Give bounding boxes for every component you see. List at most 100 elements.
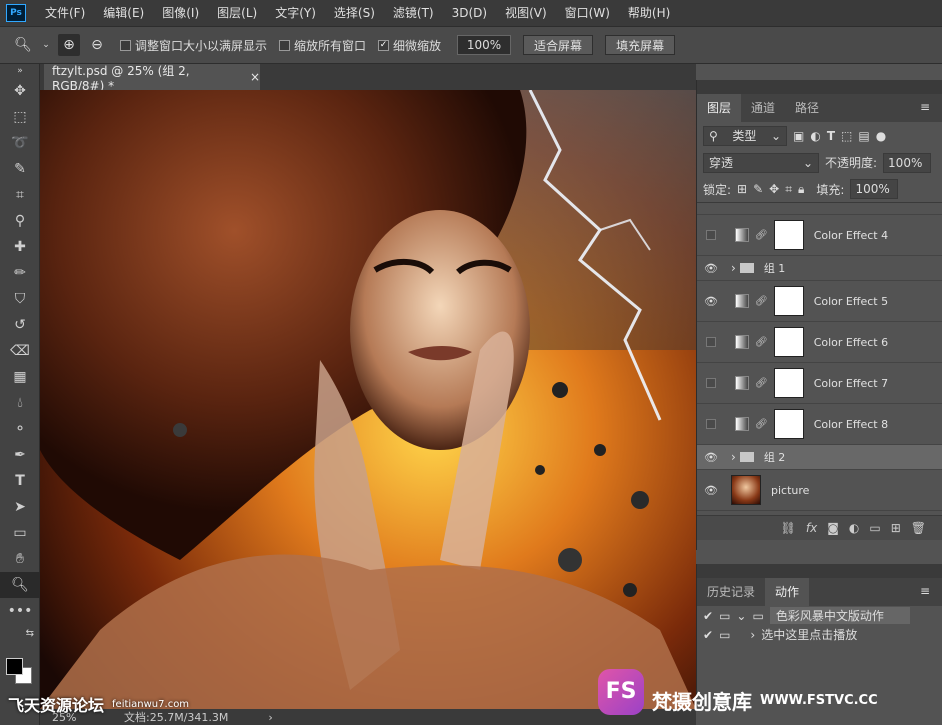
visibility-toggle[interactable]: 👁︎ (697, 451, 725, 464)
layer-row[interactable]: 🔗︎ Color Effect 6 (697, 322, 942, 363)
visibility-toggle[interactable] (697, 230, 725, 240)
menu-edit[interactable]: 编辑(E) (94, 0, 153, 26)
check-icon[interactable]: ✔ (703, 609, 713, 623)
trash-icon[interactable]: 🗑︎ (911, 521, 926, 535)
close-icon[interactable]: × (250, 70, 260, 84)
layer-group-row[interactable]: 👁︎ › 组 1 (697, 256, 942, 281)
layer-row[interactable]: 👁︎ picture (697, 470, 942, 511)
filter-shape-icon[interactable]: ⬚ (841, 129, 852, 143)
menu-help[interactable]: 帮助(H) (619, 0, 679, 26)
lock-pixels-icon[interactable]: ✎ (753, 182, 763, 196)
adjustment-icon[interactable]: ◐ (849, 521, 859, 535)
action-row[interactable]: ✔ ▭ › 选中这里点击播放 (697, 625, 942, 644)
layer-row[interactable]: 🔗︎ Color Effect 4 (697, 215, 942, 256)
tab-actions[interactable]: 动作 (765, 578, 810, 606)
foreground-color-swatch[interactable] (6, 658, 23, 675)
link-icon[interactable]: 🔗︎ (755, 296, 768, 307)
pen-tool-icon[interactable]: ✒ (0, 442, 40, 468)
panel-menu-icon[interactable]: ≡ (920, 584, 930, 598)
filter-smart-object-icon[interactable]: ▤ (858, 129, 869, 143)
action-name[interactable]: 选中这里点击播放 (761, 626, 857, 643)
tab-paths[interactable]: 路径 (785, 94, 829, 122)
menu-file[interactable]: 文件(F) (36, 0, 94, 26)
action-set-row[interactable]: ✔ ▭ ⌄ ▭ 色彩风暴中文版动作 (697, 606, 942, 625)
visibility-toggle[interactable] (697, 378, 725, 388)
filter-kind-select[interactable]: ⚲ 类型 ⌄ (703, 125, 787, 146)
chevron-right-icon[interactable]: › (731, 450, 736, 464)
link-icon[interactable]: 🔗︎ (755, 337, 768, 348)
mask-thumbnail[interactable] (773, 409, 804, 439)
document-tab[interactable]: ftzylt.psd @ 25% (组 2, RGB/8#) * × (44, 64, 260, 93)
layer-row[interactable]: 🔗︎ Color Effect 7 (697, 363, 942, 404)
move-tool-icon[interactable]: ✥ (0, 78, 40, 104)
fill-screen-button[interactable]: 填充屏幕 (605, 35, 676, 55)
menu-image[interactable]: 图像(I) (153, 0, 208, 26)
blur-tool-icon[interactable]: 💧︎ (0, 390, 40, 416)
lock-artboard-icon[interactable]: ⌗ (785, 182, 792, 197)
zoom-percent-button[interactable]: 100% (457, 35, 512, 55)
layer-group-row[interactable]: 👁︎ › 组 2 (697, 445, 942, 470)
dodge-tool-icon[interactable]: ⚬ (0, 416, 40, 442)
layer-row[interactable]: 🔗︎ Color Effect 8 (697, 404, 942, 445)
mask-thumbnail[interactable] (773, 286, 804, 316)
eraser-tool-icon[interactable]: ⌫ (0, 338, 40, 364)
visibility-toggle[interactable]: 👁︎ (697, 295, 725, 308)
fit-screen-button[interactable]: 适合屏幕 (523, 35, 594, 55)
lock-transparent-icon[interactable]: ⊞ (737, 182, 747, 196)
visibility-toggle[interactable] (697, 337, 725, 347)
fill-input[interactable]: 100% (850, 179, 899, 199)
layer-name[interactable]: Color Effect 6 (814, 336, 888, 349)
layer-name[interactable]: picture (771, 484, 809, 497)
layer-row[interactable]: 👁︎ 🔗︎ Color Effect 5 (697, 281, 942, 322)
filter-adjustment-icon[interactable]: ◐ (810, 129, 820, 143)
link-icon[interactable]: 🔗︎ (755, 378, 768, 389)
action-set-name[interactable]: 色彩风暴中文版动作 (769, 607, 910, 624)
crop-tool-icon[interactable]: ⌗ (0, 182, 40, 208)
path-select-tool-icon[interactable]: ➤ (0, 494, 40, 520)
hand-tool-icon[interactable]: ✋︎ (0, 546, 40, 572)
zoom-all-checkbox[interactable]: 缩放所有窗口 (279, 37, 366, 54)
type-tool-icon[interactable]: T (0, 468, 40, 494)
chevron-right-icon[interactable]: › (750, 628, 755, 642)
check-icon[interactable]: ✔ (703, 628, 713, 642)
document-canvas[interactable] (40, 90, 696, 709)
scrubby-zoom-checkbox[interactable]: ✓ 细微缩放 (378, 37, 441, 54)
gradient-tool-icon[interactable]: ▦ (0, 364, 40, 390)
menu-type[interactable]: 文字(Y) (266, 0, 325, 26)
filter-type-icon[interactable]: T (827, 129, 835, 143)
quick-select-tool-icon[interactable]: ✎ (0, 156, 40, 182)
filter-toggle-icon[interactable]: ● (876, 129, 886, 143)
mask-thumbnail[interactable] (773, 327, 804, 357)
chevron-down-icon[interactable]: ⌄ (736, 609, 746, 623)
lock-position-icon[interactable]: ✥ (769, 182, 779, 196)
zoom-in-icon[interactable]: ⊕ (58, 34, 80, 56)
collapse-arrows-icon[interactable]: » (0, 64, 40, 78)
more-tools-icon[interactable]: ••• (0, 598, 40, 624)
link-icon[interactable]: 🔗︎ (755, 419, 768, 430)
eyedropper-tool-icon[interactable]: ⚲ (0, 208, 40, 234)
new-layer-icon[interactable]: ⊞ (891, 521, 901, 535)
zoom-out-icon[interactable]: ⊖ (86, 34, 108, 56)
menu-3d[interactable]: 3D(D) (443, 0, 496, 26)
chevron-right-icon[interactable]: › (268, 711, 272, 724)
blend-mode-select[interactable]: 穿透 ⌄ (703, 152, 819, 173)
clone-stamp-tool-icon[interactable]: ⛉ (0, 286, 40, 312)
filter-pixel-icon[interactable]: ▣ (793, 129, 804, 143)
layer-name[interactable]: 组 2 (764, 449, 786, 465)
chevron-right-icon[interactable]: › (731, 261, 736, 275)
menu-window[interactable]: 窗口(W) (556, 0, 619, 26)
visibility-toggle[interactable] (697, 419, 725, 429)
tab-layers[interactable]: 图层 (697, 94, 742, 122)
marquee-tool-icon[interactable]: ⬚ (0, 104, 40, 130)
folder-icon[interactable]: ▭ (869, 521, 880, 535)
lasso-tool-icon[interactable]: ➰ (0, 130, 40, 156)
fx-icon[interactable]: fx (806, 521, 817, 535)
healing-brush-tool-icon[interactable]: ✚ (0, 234, 40, 260)
tab-channels[interactable]: 通道 (741, 94, 785, 122)
zoom-tool-icon[interactable]: 🔍︎ (12, 34, 34, 56)
swap-colors-icon[interactable]: ⇆ (0, 624, 40, 642)
tab-history[interactable]: 历史记录 (697, 578, 765, 606)
layer-name[interactable]: 组 1 (764, 260, 786, 276)
brush-tool-icon[interactable]: ✏ (0, 260, 40, 286)
dialog-toggle-icon[interactable]: ▭ (719, 628, 730, 642)
